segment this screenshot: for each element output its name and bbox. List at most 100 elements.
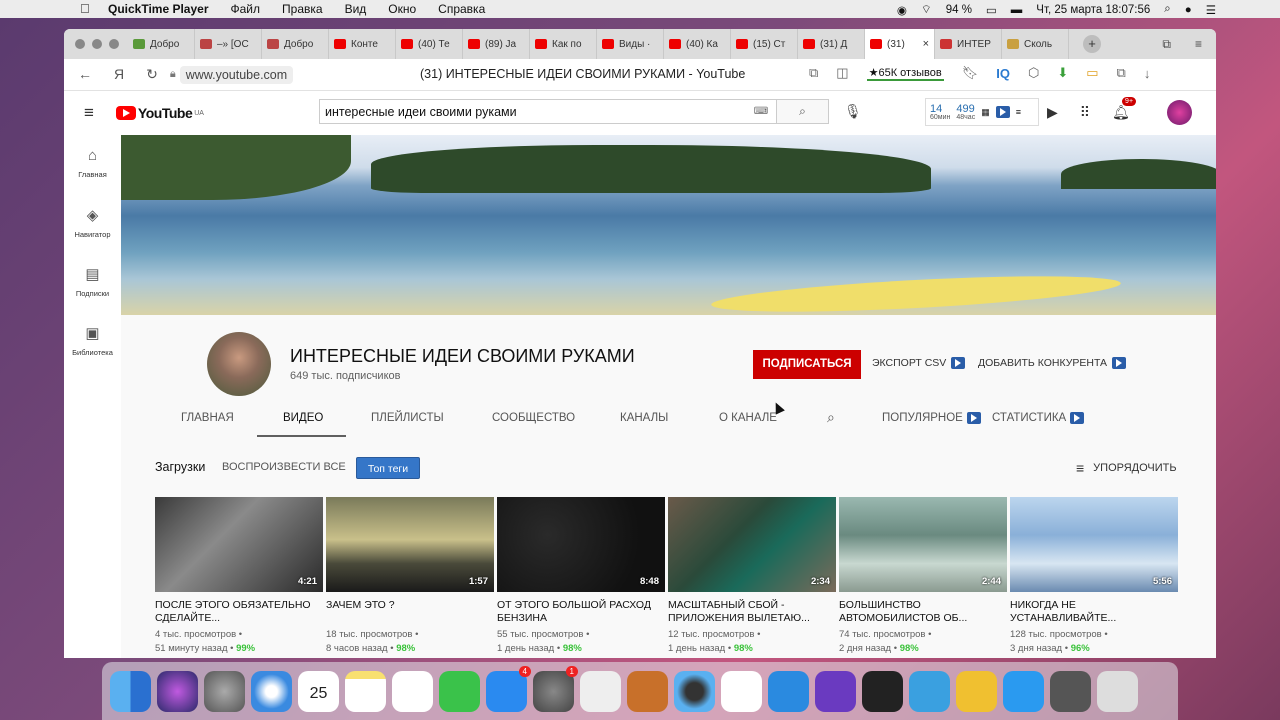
- subscribe-button[interactable]: ПОДПИСАТЬСЯ: [753, 350, 861, 379]
- add-competitor-button[interactable]: ДОБАВИТЬ КОНКУРЕНТА: [978, 357, 1127, 369]
- nav-subscriptions[interactable]: ▤ Подписки: [64, 265, 121, 312]
- browser-tab[interactable]: Сколь: [1002, 29, 1069, 59]
- quicktime-icon[interactable]: [674, 670, 715, 712]
- record-icon[interactable]: ◉: [897, 3, 907, 17]
- downloads-icon[interactable]: ↓: [1144, 66, 1151, 81]
- tabs-overview-icon[interactable]: ⧉: [1162, 37, 1171, 52]
- youtube-logo[interactable]: YouTube UA: [115, 105, 204, 121]
- spotlight-icon[interactable]: ⌕: [1164, 3, 1170, 16]
- vidiq-icon[interactable]: [995, 106, 1010, 118]
- bookmark-icon[interactable]: 🔖︎: [962, 65, 979, 81]
- appstore-icon[interactable]: 4: [486, 665, 531, 712]
- tab-community[interactable]: СООБЩЕСТВО: [492, 412, 575, 424]
- keyboard-icon[interactable]: ⌨: [746, 100, 776, 123]
- nav-explore[interactable]: ◈ Навигатор: [64, 206, 121, 253]
- finder-icon[interactable]: [110, 670, 151, 712]
- tab-home[interactable]: ГЛАВНАЯ: [181, 412, 234, 424]
- launchpad-icon[interactable]: [204, 670, 245, 712]
- menu-window[interactable]: Окно: [388, 2, 416, 16]
- notes-icon[interactable]: [345, 670, 386, 712]
- export-csv-button[interactable]: ЭКСПОРТ CSV: [872, 357, 966, 369]
- list-icon[interactable]: ≡: [1016, 107, 1021, 117]
- channel-search-icon[interactable]: ⌕: [827, 409, 835, 426]
- sort-button[interactable]: ≡ УПОРЯДОЧИТЬ: [1076, 460, 1177, 476]
- video-card[interactable]: 8:48 ОТ ЭТОГО БОЛЬШОЙ РАСХОД БЕНЗИНА 55 ты…: [497, 497, 665, 656]
- nav-home[interactable]: ⌂ Главная: [64, 147, 121, 194]
- extension-icon[interactable]: ◫: [836, 65, 848, 81]
- video-card[interactable]: 5:56 НИКОГДА НЕ УСТАНАВЛИВАЙТЕ... 128 тыс.…: [1010, 497, 1178, 656]
- video-title[interactable]: ОТ ЭТОГО БОЛЬШОЙ РАСХОД БЕНЗИНА: [497, 599, 665, 625]
- safari-icon[interactable]: [251, 670, 292, 712]
- facetime-icon[interactable]: [439, 670, 480, 712]
- control-center-icon[interactable]: ☰: [1206, 3, 1216, 17]
- reviews-badge[interactable]: ★65К отзывов: [866, 66, 944, 81]
- play-all-button[interactable]: ВОСПРОИЗВЕСТИ ВСЕ: [222, 461, 346, 473]
- account-avatar[interactable]: [1167, 100, 1192, 125]
- wifi-icon[interactable]: ⌔: [921, 2, 932, 17]
- video-thumbnail[interactable]: 2:34: [668, 497, 836, 592]
- video-card[interactable]: 2:44 БОЛЬШИНСТВО АВТОМОБИЛИСТОВ ОБ... 74 т…: [839, 497, 1007, 656]
- battery-ext-icon[interactable]: ▭: [1086, 65, 1098, 81]
- create-video-icon[interactable]: ▶︎: [1047, 104, 1058, 121]
- cube-icon[interactable]: ⬡: [1028, 65, 1039, 81]
- browser-tab[interactable]: (15) Ст: [731, 29, 798, 59]
- reload-icon[interactable]: ↻: [146, 66, 158, 83]
- browser-tab[interactable]: (40) Ка: [664, 29, 731, 59]
- stats-widget[interactable]: 14 60мин 499 48час ▦ ≡: [925, 98, 1039, 126]
- bell-icon[interactable]: 🔔︎ 9+: [1112, 97, 1137, 121]
- video-title[interactable]: МАСШТАБНЫЙ СБОЙ - ПРИЛОЖЕНИЯ ВЫЛЕТАЮ...: [668, 599, 836, 625]
- keyboard-language-icon[interactable]: ▬: [1011, 4, 1023, 16]
- video-card[interactable]: 2:34 МАСШТАБНЫЙ СБОЙ - ПРИЛОЖЕНИЯ ВЫЛЕТАЮ…: [668, 497, 836, 656]
- menu-view[interactable]: Вид: [345, 2, 367, 16]
- tab-about[interactable]: О КАНАЛЕ: [719, 412, 777, 424]
- yandex-icon[interactable]: Я: [114, 66, 124, 83]
- channel-avatar[interactable]: [207, 332, 271, 396]
- clock[interactable]: Чт, 25 марта 18:07:56: [1036, 4, 1150, 16]
- yandex-browser-icon[interactable]: [721, 670, 762, 712]
- url-field[interactable]: www.youtube.com: [179, 65, 294, 84]
- reminders-icon[interactable]: [392, 670, 433, 712]
- siri-icon[interactable]: [157, 670, 198, 712]
- trash-icon[interactable]: [1097, 670, 1138, 712]
- browser-tab[interactable]: Как по: [530, 29, 597, 59]
- hamburger-menu-icon[interactable]: ≡: [84, 103, 94, 123]
- calendar-icon[interactable]: 25: [298, 670, 339, 712]
- skype-icon[interactable]: [1003, 670, 1044, 712]
- system-preferences-icon[interactable]: 1: [533, 665, 578, 712]
- browser-tab[interactable]: ИНТЕР: [935, 29, 1002, 59]
- screenshot-icon[interactable]: [580, 670, 621, 712]
- menu-app-name[interactable]: QuickTime Player: [108, 2, 209, 16]
- browser-menu-icon[interactable]: ≡: [1195, 37, 1202, 52]
- downloads-stack-icon[interactable]: [1050, 670, 1091, 712]
- video-card[interactable]: 4:21 ПОСЛЕ ЭТОГО ОБЯЗАТЕЛЬНО СДЕЛАЙТЕ... 4…: [155, 497, 323, 656]
- video-thumbnail[interactable]: 5:56: [1010, 497, 1178, 592]
- video-title[interactable]: ЗАЧЕМ ЭТО ?: [326, 599, 494, 625]
- close-tab-icon[interactable]: ×: [923, 38, 929, 50]
- browser-tab[interactable]: Конте: [329, 29, 396, 59]
- uploads-label[interactable]: Загрузки: [155, 460, 205, 474]
- apple-menu-icon[interactable]: : [80, 1, 90, 16]
- apps-grid-icon[interactable]: ⠿: [1080, 104, 1090, 121]
- imovie-icon[interactable]: [815, 670, 856, 712]
- browser-tab[interactable]: Добро: [262, 29, 329, 59]
- mic-icon[interactable]: 🎙︎: [844, 103, 862, 120]
- browser-tab[interactable]: Добро: [128, 29, 195, 59]
- video-title[interactable]: ПОСЛЕ ЭТОГО ОБЯЗАТЕЛЬНО СДЕЛАЙТЕ...: [155, 599, 323, 625]
- video-title[interactable]: БОЛЬШИНСТВО АВТОМОБИЛИСТОВ ОБ...: [839, 599, 1007, 625]
- search-input[interactable]: [320, 100, 746, 123]
- copy-icon[interactable]: ⧉: [809, 65, 818, 81]
- zoom-window-button[interactable]: [109, 39, 119, 49]
- browser-tab[interactable]: (89) Ja: [463, 29, 530, 59]
- top-tags-button[interactable]: Топ теги: [356, 457, 420, 479]
- final-cut-icon[interactable]: [862, 670, 903, 712]
- minimize-window-button[interactable]: [92, 39, 102, 49]
- telegram-icon[interactable]: [909, 670, 950, 712]
- menu-file[interactable]: Файл: [231, 2, 261, 16]
- search-button[interactable]: ⌕: [776, 100, 828, 123]
- menu-edit[interactable]: Правка: [282, 2, 323, 16]
- photobooth-icon[interactable]: [627, 670, 668, 712]
- vscode-icon[interactable]: [768, 670, 809, 712]
- battery-percent[interactable]: 94 %: [946, 4, 972, 16]
- nav-library[interactable]: ▣ Библиотека: [64, 324, 121, 371]
- video-thumbnail[interactable]: 8:48: [497, 497, 665, 592]
